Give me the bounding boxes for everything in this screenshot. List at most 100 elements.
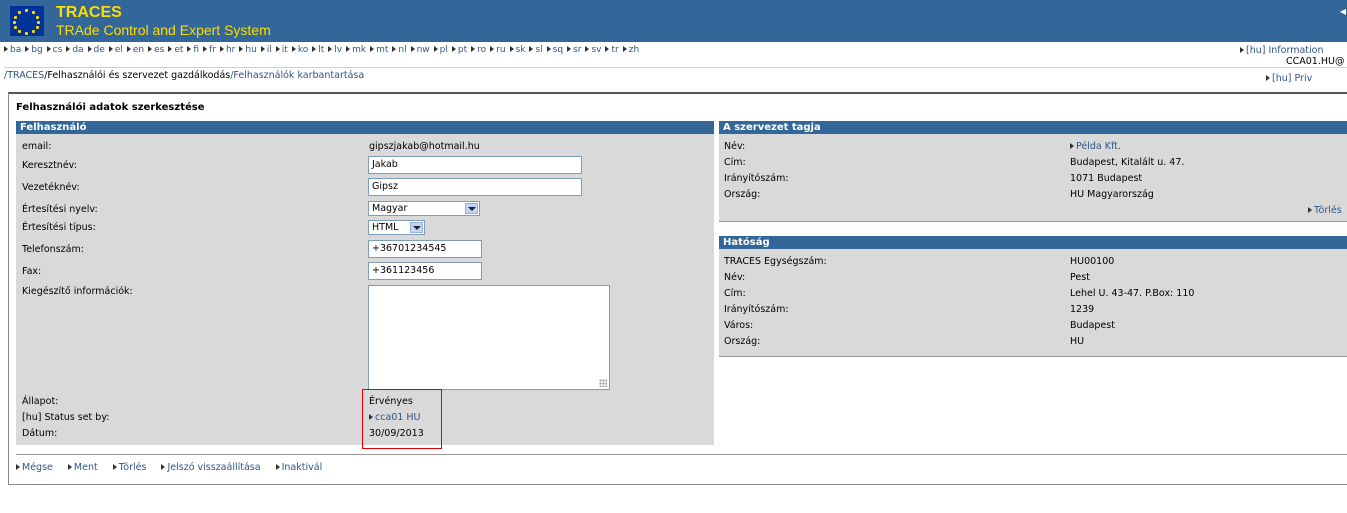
language-link-nl[interactable]: nl	[392, 45, 406, 55]
authority-name-label: Név:	[724, 272, 746, 283]
information-link[interactable]: [hu] Information	[1240, 45, 1323, 56]
breadcrumb-current[interactable]: /Felhasználók karbantartása	[230, 70, 364, 81]
notification-language-select[interactable]: Magyar	[368, 201, 480, 216]
org-name-link[interactable]: Példa Kft.	[1070, 141, 1121, 152]
app-title-long: TRAde Control and Expert System	[56, 22, 271, 38]
language-link-tr[interactable]: tr	[605, 45, 618, 55]
email-value: gipszjakab@hotmail.hu	[369, 141, 480, 152]
phone-label: Telefonszám:	[22, 244, 84, 255]
breadcrumb-root[interactable]: /TRACES	[4, 70, 44, 81]
breadcrumb-middle: /Felhasználói és szervezet gazdálkodás	[44, 70, 231, 81]
language-link-it[interactable]: it	[276, 45, 288, 55]
fax-label: Fax:	[22, 266, 42, 277]
logged-user: CCA01.HU@	[1286, 56, 1345, 67]
authority-city-label: Város:	[724, 320, 754, 331]
divider	[4, 67, 1347, 68]
language-link-sq[interactable]: sq	[547, 45, 563, 55]
org-address-value: Budapest, Kitalált u. 47.	[1070, 157, 1185, 168]
language-link-es[interactable]: es	[148, 45, 164, 55]
date-label: Dátum:	[22, 428, 58, 439]
language-link-mt[interactable]: mt	[370, 45, 388, 55]
language-link-ro[interactable]: ro	[471, 45, 486, 55]
language-link-el[interactable]: el	[109, 45, 123, 55]
language-link-pt[interactable]: pt	[452, 45, 467, 55]
language-link-da[interactable]: da	[66, 45, 83, 55]
reset-password-button[interactable]: Jelszó visszaállítása	[161, 462, 260, 473]
status-label: Állapot:	[22, 396, 59, 407]
user-panel-heading: Felhasználó	[16, 121, 714, 134]
notification-language-value: Magyar	[372, 203, 408, 214]
save-button[interactable]: Ment	[68, 462, 98, 473]
unit-number-value: HU00100	[1070, 256, 1115, 267]
first-name-field[interactable]: Jakab	[368, 156, 582, 174]
breadcrumb: /TRACES/Felhasználói és szervezet gazdál…	[4, 70, 364, 81]
chevron-down-icon[interactable]	[410, 222, 423, 233]
language-link-de[interactable]: de	[88, 45, 105, 55]
language-link-en[interactable]: en	[127, 45, 144, 55]
action-bar: Mégse Ment Törlés Jelszó visszaállítása …	[16, 462, 334, 473]
authority-panel: Hatóság	[719, 236, 1347, 356]
deactivate-button[interactable]: Inaktivál	[276, 462, 323, 473]
delete-button[interactable]: Törlés	[113, 462, 147, 473]
organization-panel: A szervezet tagja	[719, 121, 1347, 221]
language-link-fi[interactable]: fi	[187, 45, 199, 55]
notification-type-value: HTML	[372, 222, 399, 233]
last-name-field[interactable]: Gipsz	[368, 178, 582, 196]
language-link-sk[interactable]: sk	[510, 45, 526, 55]
authority-address-value: Lehel U. 43-47. P.Box: 110	[1070, 288, 1195, 299]
authority-name-value: Pest	[1070, 272, 1090, 283]
authority-address-label: Cím:	[724, 288, 746, 299]
language-link-lt[interactable]: lt	[312, 45, 324, 55]
org-zip-value: 1071 Budapest	[1070, 173, 1143, 184]
language-link-mk[interactable]: mk	[346, 45, 366, 55]
divider	[719, 356, 1347, 357]
org-country-value: HU Magyarország	[1070, 189, 1154, 200]
authority-panel-heading: Hatóság	[719, 236, 1347, 249]
language-link-pl[interactable]: pl	[434, 45, 448, 55]
additional-info-label: Kiegészítő információk:	[22, 286, 133, 297]
language-link-ba[interactable]: ba	[4, 45, 21, 55]
language-link-sr[interactable]: sr	[567, 45, 581, 55]
fax-field[interactable]: +361123456	[368, 262, 482, 280]
notification-type-select[interactable]: HTML	[368, 220, 425, 235]
language-link-hu[interactable]: hu	[239, 45, 256, 55]
language-link-sl[interactable]: sl	[529, 45, 542, 55]
unit-number-label: TRACES Egységszám:	[724, 256, 827, 267]
notification-type-label: Értesítési típus:	[22, 222, 96, 233]
language-link-hr[interactable]: hr	[220, 45, 235, 55]
last-name-label: Vezetéknév:	[22, 182, 80, 193]
authority-zip-value: 1239	[1070, 304, 1095, 315]
cancel-button[interactable]: Mégse	[16, 462, 53, 473]
language-link-fr[interactable]: fr	[203, 45, 216, 55]
authority-country-value: HU	[1070, 336, 1085, 347]
language-link-sv[interactable]: sv	[585, 45, 601, 55]
status-set-by-label: [hu] Status set by:	[22, 412, 110, 423]
language-link-ru[interactable]: ru	[490, 45, 505, 55]
privacy-link[interactable]: [hu] Priv	[1266, 73, 1312, 84]
notification-language-label: Értesítési nyelv:	[22, 204, 98, 215]
chevron-down-icon[interactable]	[465, 203, 478, 214]
authority-zip-label: Irányítószám:	[724, 304, 789, 315]
org-address-label: Cím:	[724, 157, 746, 168]
org-zip-label: Irányítószám:	[724, 173, 789, 184]
org-delete-link[interactable]: Törlés	[1308, 205, 1342, 216]
language-link-ko[interactable]: ko	[292, 45, 308, 55]
arrow-icon: ◀	[1339, 7, 1346, 16]
org-country-label: Ország:	[724, 189, 761, 200]
page-title: Felhasználói adatok szerkesztése	[16, 102, 205, 113]
language-link-et[interactable]: et	[168, 45, 183, 55]
language-link-nw[interactable]: nw	[411, 45, 430, 55]
eu-flag-icon	[10, 6, 44, 36]
language-link-lv[interactable]: lv	[328, 45, 342, 55]
additional-info-textarea[interactable]	[368, 285, 610, 390]
email-label: email:	[22, 141, 52, 152]
phone-field[interactable]: +36701234545	[368, 240, 482, 258]
org-name-label: Név:	[724, 141, 746, 152]
language-link-zh[interactable]: zh	[623, 45, 639, 55]
resize-grip-icon[interactable]	[599, 379, 607, 387]
language-bar: ba bg cs da de el en es et fi fr hr hu il it ko lt lv mk mt…	[4, 45, 643, 55]
language-link-cs[interactable]: cs	[47, 45, 63, 55]
highlight-box	[362, 389, 442, 449]
language-link-bg[interactable]: bg	[25, 45, 42, 55]
language-link-il[interactable]: il	[261, 45, 272, 55]
